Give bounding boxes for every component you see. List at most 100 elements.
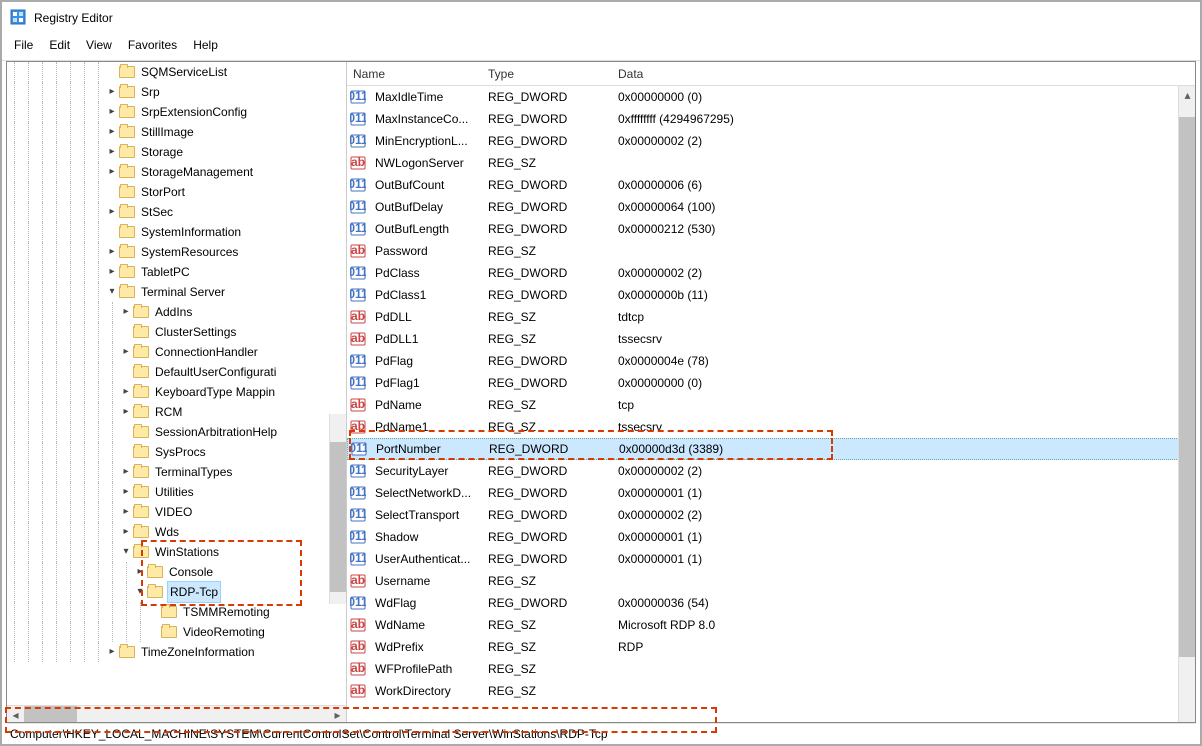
- value-row-pdname[interactable]: abPdNameREG_SZtcp: [347, 394, 1195, 416]
- tree-node-stsec[interactable]: ▸StSec: [7, 202, 346, 222]
- tree-node-storport[interactable]: StorPort: [7, 182, 346, 202]
- value-row-outbufcount[interactable]: 011OutBufCountREG_DWORD0x00000006 (6): [347, 174, 1195, 196]
- menu-file[interactable]: File: [8, 36, 39, 54]
- value-row-nwlogonserver[interactable]: abNWLogonServerREG_SZ: [347, 152, 1195, 174]
- expand-icon[interactable]: ▸: [105, 162, 119, 182]
- tree-node-systeminformation[interactable]: SystemInformation: [7, 222, 346, 242]
- menu-favorites[interactable]: Favorites: [122, 36, 183, 54]
- scroll-left-icon[interactable]: ◂: [7, 706, 24, 722]
- expand-icon[interactable]: ▸: [119, 402, 133, 422]
- value-row-selectnetworkd-[interactable]: 011SelectNetworkD...REG_DWORD0x00000001 …: [347, 482, 1195, 504]
- tree-node-defaultuserconfigurati[interactable]: DefaultUserConfigurati: [7, 362, 346, 382]
- tree-node-sqmservicelist[interactable]: SQMServiceList: [7, 62, 346, 82]
- value-row-wdname[interactable]: abWdNameREG_SZMicrosoft RDP 8.0: [347, 614, 1195, 636]
- list-vscrollbar[interactable]: ▴: [1178, 86, 1195, 722]
- tree-node-keyboardtype-mappin[interactable]: ▸KeyboardType Mappin: [7, 382, 346, 402]
- expand-icon[interactable]: ▸: [105, 262, 119, 282]
- value-row-outbuflength[interactable]: 011OutBufLengthREG_DWORD0x00000212 (530): [347, 218, 1195, 240]
- menu-edit[interactable]: Edit: [43, 36, 76, 54]
- value-row-username[interactable]: abUsernameREG_SZ: [347, 570, 1195, 592]
- expand-icon[interactable]: ▸: [119, 382, 133, 402]
- tree-node-timezoneinformation[interactable]: ▸TimeZoneInformation: [7, 642, 346, 662]
- tree-node-connectionhandler[interactable]: ▸ConnectionHandler: [7, 342, 346, 362]
- tree-node-storagemanagement[interactable]: ▸StorageManagement: [7, 162, 346, 182]
- value-row-wdflag[interactable]: 011WdFlagREG_DWORD0x00000036 (54): [347, 592, 1195, 614]
- value-row-maxidletime[interactable]: 011MaxIdleTimeREG_DWORD0x00000000 (0): [347, 86, 1195, 108]
- expand-icon[interactable]: ▾: [133, 582, 147, 602]
- value-row-pdclass[interactable]: 011PdClassREG_DWORD0x00000002 (2): [347, 262, 1195, 284]
- tree-node-stillimage[interactable]: ▸StillImage: [7, 122, 346, 142]
- tree-node-clustersettings[interactable]: ClusterSettings: [7, 322, 346, 342]
- expand-icon[interactable]: ▸: [105, 142, 119, 162]
- expand-icon[interactable]: ▾: [105, 282, 119, 302]
- svg-text:ab: ab: [351, 397, 365, 411]
- tree-node-sysprocs[interactable]: SysProcs: [7, 442, 346, 462]
- expand-icon[interactable]: ▸: [119, 342, 133, 362]
- tree-node-console[interactable]: ▸Console: [7, 562, 346, 582]
- tree-pane[interactable]: SQMServiceList▸Srp▸SrpExtensionConfig▸St…: [7, 62, 347, 722]
- list-pane[interactable]: Name Type Data 011MaxIdleTimeREG_DWORD0x…: [347, 62, 1195, 722]
- tree-node-systemresources[interactable]: ▸SystemResources: [7, 242, 346, 262]
- value-row-pddll[interactable]: abPdDLLREG_SZtdtcp: [347, 306, 1195, 328]
- value-row-userauthenticat-[interactable]: 011UserAuthenticat...REG_DWORD0x00000001…: [347, 548, 1195, 570]
- value-row-minencryptionl-[interactable]: 011MinEncryptionL...REG_DWORD0x00000002 …: [347, 130, 1195, 152]
- tree-node-terminaltypes[interactable]: ▸TerminalTypes: [7, 462, 346, 482]
- tree-node-rcm[interactable]: ▸RCM: [7, 402, 346, 422]
- expand-icon[interactable]: ▸: [105, 102, 119, 122]
- value-row-portnumber[interactable]: 011PortNumberREG_DWORD0x00000d3d (3389): [347, 438, 1195, 460]
- tree-node-sessionarbitrationhelp[interactable]: SessionArbitrationHelp: [7, 422, 346, 442]
- value-row-pdclass1[interactable]: 011PdClass1REG_DWORD0x0000000b (11): [347, 284, 1195, 306]
- tree-node-addins[interactable]: ▸AddIns: [7, 302, 346, 322]
- value-row-pdflag[interactable]: 011PdFlagREG_DWORD0x0000004e (78): [347, 350, 1195, 372]
- tree-hscrollbar[interactable]: ◂ ▸: [7, 705, 346, 722]
- tree-node-srpextensionconfig[interactable]: ▸SrpExtensionConfig: [7, 102, 346, 122]
- tree-node-wds[interactable]: ▸Wds: [7, 522, 346, 542]
- tree-node-storage[interactable]: ▸Storage: [7, 142, 346, 162]
- value-row-securitylayer[interactable]: 011SecurityLayerREG_DWORD0x00000002 (2): [347, 460, 1195, 482]
- scroll-up-icon[interactable]: ▴: [1179, 86, 1195, 103]
- value-row-selecttransport[interactable]: 011SelectTransportREG_DWORD0x00000002 (2…: [347, 504, 1195, 526]
- menu-help[interactable]: Help: [187, 36, 224, 54]
- column-name[interactable]: Name: [347, 67, 482, 81]
- value-row-maxinstanceco-[interactable]: 011MaxInstanceCo...REG_DWORD0xffffffff (…: [347, 108, 1195, 130]
- value-row-outbufdelay[interactable]: 011OutBufDelayREG_DWORD0x00000064 (100): [347, 196, 1195, 218]
- value-row-password[interactable]: abPasswordREG_SZ: [347, 240, 1195, 262]
- expand-icon[interactable]: ▸: [133, 562, 147, 582]
- tree-node-rdp-tcp[interactable]: ▾RDP-Tcp: [7, 582, 346, 602]
- expand-icon[interactable]: ▸: [119, 462, 133, 482]
- scroll-right-icon[interactable]: ▸: [329, 706, 346, 722]
- value-data: tdtcp: [612, 310, 1195, 324]
- value-data: 0x0000000b (11): [612, 288, 1195, 302]
- expand-icon[interactable]: ▸: [105, 202, 119, 222]
- menu-view[interactable]: View: [80, 36, 118, 54]
- expand-icon[interactable]: ▸: [105, 242, 119, 262]
- value-row-workdirectory[interactable]: abWorkDirectoryREG_SZ: [347, 680, 1195, 702]
- value-row-pdname1[interactable]: abPdName1REG_SZtssecsrv: [347, 416, 1195, 438]
- tree-node-srp[interactable]: ▸Srp: [7, 82, 346, 102]
- tree-node-tabletpc[interactable]: ▸TabletPC: [7, 262, 346, 282]
- expand-icon[interactable]: ▸: [119, 502, 133, 522]
- tree-node-tsmmremoting[interactable]: TSMMRemoting: [7, 602, 346, 622]
- expand-icon[interactable]: ▸: [119, 302, 133, 322]
- tree-node-utilities[interactable]: ▸Utilities: [7, 482, 346, 502]
- tree-node-terminal-server[interactable]: ▾Terminal Server: [7, 282, 346, 302]
- value-row-pddll1[interactable]: abPdDLL1REG_SZtssecsrv: [347, 328, 1195, 350]
- tree-node-video[interactable]: ▸VIDEO: [7, 502, 346, 522]
- expand-icon[interactable]: ▸: [119, 522, 133, 542]
- expand-icon[interactable]: ▸: [105, 642, 119, 662]
- column-data[interactable]: Data: [612, 67, 1195, 81]
- expand-icon[interactable]: ▸: [105, 82, 119, 102]
- expand-icon[interactable]: ▸: [105, 122, 119, 142]
- expand-icon[interactable]: ▸: [119, 482, 133, 502]
- value-type: REG_DWORD: [482, 134, 612, 148]
- tree-node-winstations[interactable]: ▾WinStations: [7, 542, 346, 562]
- value-row-wfprofilepath[interactable]: abWFProfilePathREG_SZ: [347, 658, 1195, 680]
- tree-vscrollbar[interactable]: [329, 414, 346, 604]
- list-header[interactable]: Name Type Data: [347, 62, 1195, 86]
- value-row-shadow[interactable]: 011ShadowREG_DWORD0x00000001 (1): [347, 526, 1195, 548]
- value-row-pdflag1[interactable]: 011PdFlag1REG_DWORD0x00000000 (0): [347, 372, 1195, 394]
- column-type[interactable]: Type: [482, 67, 612, 81]
- value-row-wdprefix[interactable]: abWdPrefixREG_SZRDP: [347, 636, 1195, 658]
- expand-icon[interactable]: ▾: [119, 542, 133, 562]
- tree-node-videoremoting[interactable]: VideoRemoting: [7, 622, 346, 642]
